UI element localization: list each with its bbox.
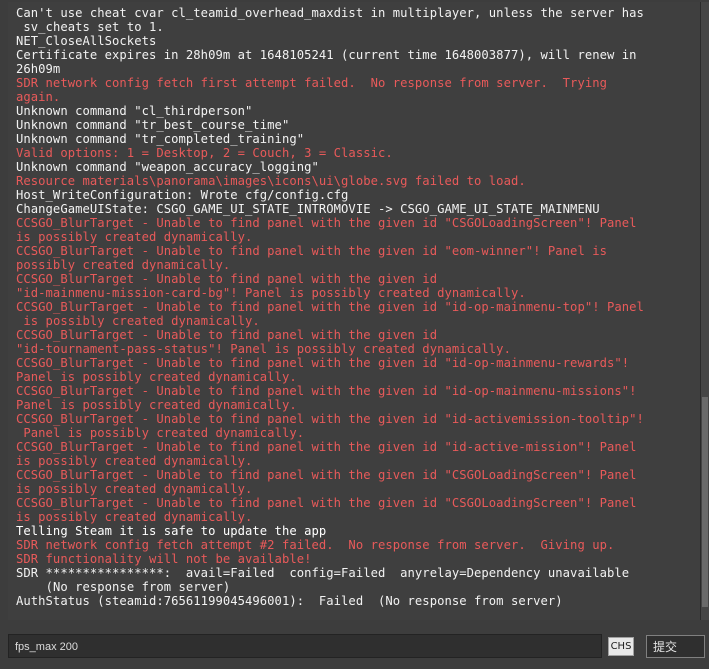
console-lines: Can't use cheat cvar cl_teamid_overhead_… <box>8 2 700 608</box>
scrollbar-thumb[interactable] <box>702 397 708 607</box>
console-output: Can't use cheat cvar cl_teamid_overhead_… <box>8 2 701 620</box>
console-line: AuthStatus (steamid:76561199045496001): … <box>16 594 563 608</box>
console-line: Unknown command "cl_thirdperson" <box>16 104 253 118</box>
console-line: Host_WriteConfiguration: Wrote cfg/confi… <box>16 188 349 202</box>
console-line: NET_CloseAllSockets <box>16 34 157 48</box>
console-line: CCSGO_BlurTarget - Unable to find panel … <box>16 328 511 356</box>
console-line: Unknown command "tr_best_course_time" <box>16 118 290 132</box>
console-line: Can't use cheat cvar cl_teamid_overhead_… <box>16 6 644 34</box>
console-line: Resource materials\panorama\images\icons… <box>16 174 526 188</box>
console-line: Valid options: 1 = Desktop, 2 = Couch, 3… <box>16 146 393 160</box>
console-line: Telling Steam it is safe to update the a… <box>16 524 327 538</box>
console-line: CCSGO_BlurTarget - Unable to find panel … <box>16 356 630 384</box>
ime-indicator[interactable]: CHS <box>608 637 634 656</box>
console-line: CCSGO_BlurTarget - Unable to find panel … <box>16 412 644 440</box>
console-line: SDR network config fetch attempt #2 fail… <box>16 538 615 566</box>
console-window: Can't use cheat cvar cl_teamid_overhead_… <box>0 0 709 669</box>
command-input-box[interactable] <box>8 634 602 658</box>
console-line: CCSGO_BlurTarget - Unable to find panel … <box>16 468 637 496</box>
console-line: ChangeGameUIState: CSGO_GAME_UI_STATE_IN… <box>16 202 600 216</box>
command-input[interactable] <box>9 636 601 658</box>
submit-button[interactable]: 提交 <box>646 635 705 658</box>
console-line: Unknown command "weapon_accuracy_logging… <box>16 160 319 174</box>
console-line: CCSGO_BlurTarget - Unable to find panel … <box>16 384 637 412</box>
console-line: SDR ****************: avail=Failed confi… <box>16 566 630 594</box>
console-line: CCSGO_BlurTarget - Unable to find panel … <box>16 216 637 244</box>
console-line: CCSGO_BlurTarget - Unable to find panel … <box>16 440 637 468</box>
console-line: Certificate expires in 28h09m at 1648105… <box>16 48 637 76</box>
console-scrollbar[interactable] <box>701 2 709 620</box>
console-line: SDR network config fetch first attempt f… <box>16 76 607 104</box>
console-line: CCSGO_BlurTarget - Unable to find panel … <box>16 496 637 524</box>
console-line: Unknown command "tr_completed_training" <box>16 132 305 146</box>
console-line: CCSGO_BlurTarget - Unable to find panel … <box>16 244 607 272</box>
console-line: CCSGO_BlurTarget - Unable to find panel … <box>16 300 644 328</box>
console-line: CCSGO_BlurTarget - Unable to find panel … <box>16 272 526 300</box>
